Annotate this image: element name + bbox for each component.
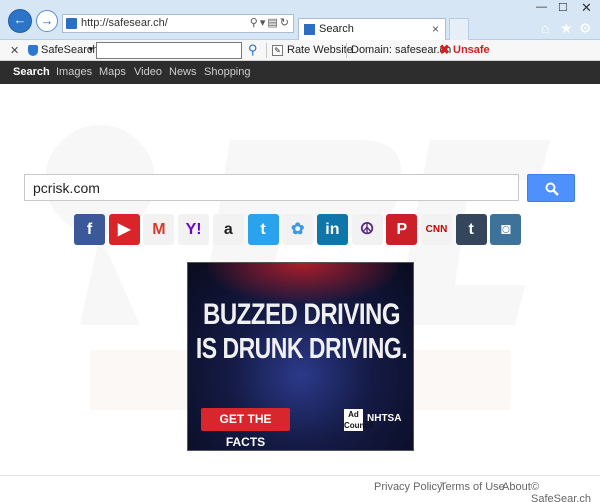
gmail-icon[interactable]: M	[143, 214, 175, 245]
nav-item-shopping[interactable]: Shopping	[204, 66, 251, 78]
nav-item-news[interactable]: News	[169, 66, 197, 78]
maximize-icon[interactable]: ☐	[558, 1, 568, 14]
nav-item-video[interactable]: Video	[134, 66, 162, 78]
back-button[interactable]: ←	[8, 9, 32, 33]
ad-get-facts-button[interactable]: GET THE FACTS	[201, 408, 290, 449]
nav-item-maps[interactable]: Maps	[99, 66, 126, 78]
cnn-icon[interactable]: CNN	[421, 214, 452, 245]
tab-favicon-icon	[304, 24, 315, 35]
rate-website-icon[interactable]: ✎	[272, 45, 283, 56]
tumblr-icon[interactable]: t	[455, 214, 487, 245]
facebook-icon[interactable]: f	[74, 214, 105, 245]
search-icon	[545, 182, 559, 196]
page-nav: Search Images Maps Video News Shopping	[0, 61, 600, 84]
toolbar-close-icon[interactable]: ✕	[10, 44, 19, 57]
nav-item-images[interactable]: Images	[56, 66, 92, 78]
butterfly-icon[interactable]: ✿	[282, 214, 314, 245]
address-bar[interactable]: http://safesear.ch/ ⚲▾▤↻	[62, 14, 294, 33]
nhtsa-logo: NHTSA	[367, 413, 402, 424]
safesearch-shield-icon	[28, 45, 38, 56]
copyright-text: © SafeSear.ch	[531, 481, 591, 502]
ad-headline-1: BUZZED DRIVING	[203, 297, 401, 332]
toolbar-divider	[266, 43, 267, 58]
tab-label: Search	[319, 23, 354, 35]
back-arrow-icon: ←	[13, 12, 27, 27]
ad-banner[interactable]: BUZZED DRIVING IS DRUNK DRIVING. GET THE…	[187, 262, 414, 451]
refresh-icon[interactable]: ↻	[280, 17, 291, 29]
close-window-icon[interactable]: ✕	[581, 0, 592, 16]
youtube-icon[interactable]: ▶	[108, 214, 140, 245]
ad-council-logo: Ad Council	[344, 409, 374, 431]
forward-button[interactable]: →	[36, 10, 58, 32]
footer-divider	[0, 475, 600, 476]
pinterest-icon[interactable]: P	[386, 214, 418, 245]
gear-icon[interactable]: ⚙	[579, 20, 592, 37]
amazon-icon[interactable]: a	[212, 214, 244, 245]
browser-chrome: ← → http://safesear.ch/ ⚲▾▤↻ Search × — …	[0, 0, 600, 40]
ad-headline-2: IS DRUNK DRIVING.	[195, 331, 408, 365]
linkedin-icon[interactable]: in	[316, 214, 348, 245]
toolbar-search-input[interactable]	[96, 42, 242, 59]
address-url: http://safesear.ch/	[81, 17, 168, 29]
instagram-icon[interactable]: ◙	[490, 214, 522, 245]
about-link[interactable]: About	[502, 481, 531, 493]
unsafe-status[interactable]: Unsafe	[453, 44, 490, 56]
address-actions[interactable]: ⚲▾▤↻	[250, 16, 291, 29]
unsafe-x-icon: ✖	[439, 42, 450, 57]
privacy-policy-link[interactable]: Privacy Policy	[374, 481, 442, 493]
terms-of-use-link[interactable]: Terms of Use	[440, 481, 505, 493]
search-button[interactable]	[527, 174, 575, 202]
minimize-icon[interactable]: —	[536, 1, 547, 13]
tab-close-icon[interactable]: ×	[432, 22, 439, 36]
peace-icon[interactable]: ☮	[351, 214, 383, 245]
twitter-icon[interactable]: t	[247, 214, 279, 245]
rate-website-button[interactable]: Rate Website	[287, 44, 353, 56]
compat-view-icon[interactable]: ▤	[267, 17, 279, 29]
forward-arrow-icon: →	[40, 13, 54, 28]
site-favicon-icon	[66, 18, 77, 29]
home-icon[interactable]: ⌂	[541, 20, 549, 36]
safesearch-toolbar: ✕ SafeSearch ▼ ⚲ ✎ Rate Website Domain: …	[0, 40, 600, 61]
search-input[interactable]	[24, 174, 519, 201]
toolbar-search-icon[interactable]: ⚲	[248, 42, 258, 58]
yahoo-icon[interactable]: Y!	[178, 214, 210, 245]
chevron-down-icon[interactable]: ▼	[87, 45, 95, 54]
domain-label: Domain: safesear.ch	[351, 44, 452, 56]
toolbar-divider	[346, 43, 347, 58]
favorites-star-icon[interactable]: ★	[560, 20, 573, 37]
nav-item-search[interactable]: Search	[13, 66, 50, 78]
search-icon[interactable]: ⚲	[250, 17, 260, 29]
new-tab-button[interactable]	[449, 18, 469, 40]
tab-search[interactable]: Search ×	[298, 18, 446, 40]
